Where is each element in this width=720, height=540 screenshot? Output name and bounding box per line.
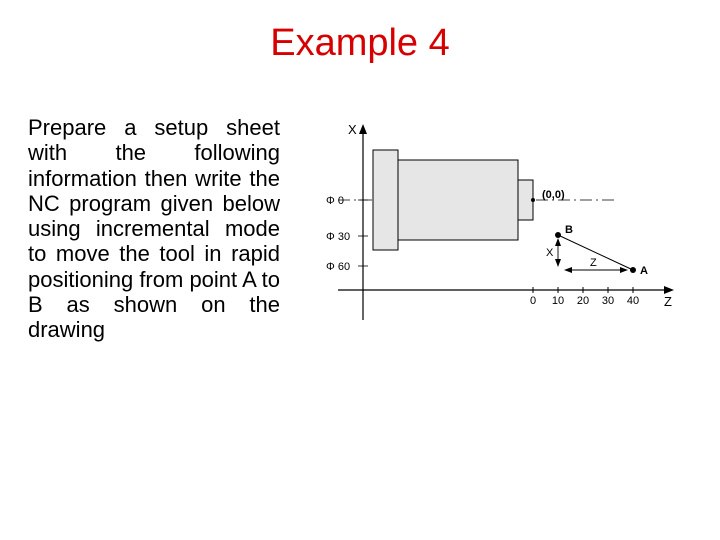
phi60-label: Φ 60 [326, 261, 350, 273]
tick-20: 20 [577, 295, 589, 307]
point-a-label: A [640, 265, 648, 277]
point-b-label: B [565, 224, 573, 236]
tick-40: 40 [627, 295, 639, 307]
tick-30: 30 [602, 295, 614, 307]
problem-statement: Prepare a setup sheet with the following… [28, 115, 280, 343]
tick-10: 10 [552, 295, 564, 307]
slide-title: Example 4 [0, 22, 720, 65]
origin-label: (0,0) [542, 189, 565, 201]
tick-0: 0 [530, 295, 536, 307]
phi30-label: Φ 30 [326, 231, 350, 243]
part-drawing: X Z Φ 0 Φ 30 Φ 60 (0,0) 0 10 20 30 40 A … [318, 120, 678, 330]
phi0-label: Φ 0 [326, 195, 344, 207]
dim-z-caption: Z [590, 257, 597, 269]
z-axis-label: Z [664, 294, 672, 309]
x-axis-label: X [348, 122, 357, 137]
dim-x-caption: X [546, 247, 554, 259]
